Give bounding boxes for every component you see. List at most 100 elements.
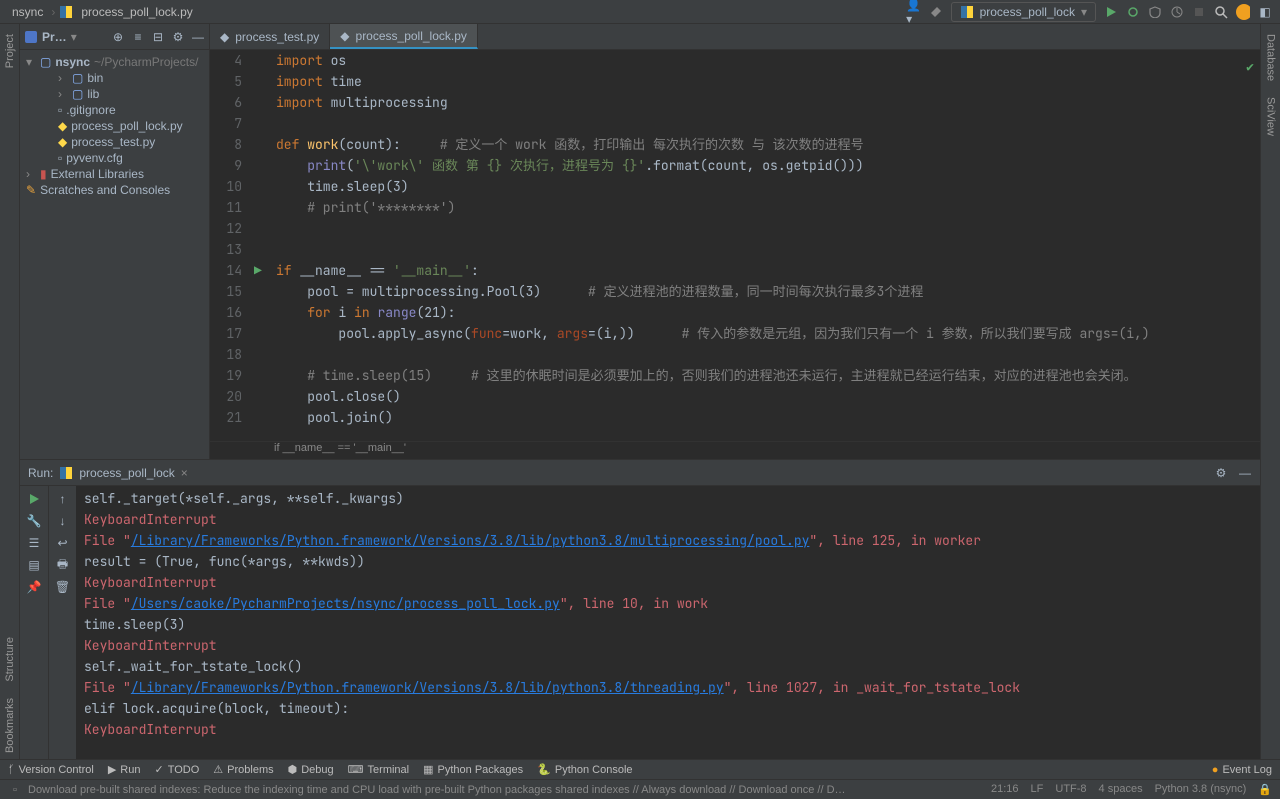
- code-content[interactable]: import osimport timeimport multiprocessi…: [270, 50, 1260, 441]
- run-button[interactable]: [1104, 5, 1118, 19]
- build-hammer-icon[interactable]: [929, 5, 943, 19]
- bottom-tab-version-control[interactable]: ᚶVersion Control: [8, 763, 94, 776]
- bottom-tab-python-packages[interactable]: ▦Python Packages: [423, 763, 523, 776]
- bottom-tab-problems[interactable]: ⚠Problems: [213, 763, 273, 776]
- stacktrace-link[interactable]: /Users/caoke/PycharmProjects/nsync/proce…: [131, 595, 560, 612]
- bottom-tab-todo[interactable]: ✓TODO: [154, 763, 199, 776]
- bookmarks-tool-tab[interactable]: Bookmarks: [2, 692, 18, 759]
- tree-item[interactable]: ◆process_poll_lock.py: [22, 118, 207, 134]
- status-indicator-icon[interactable]: ▫: [8, 783, 22, 797]
- sciview-tool-tab[interactable]: SciView: [1263, 91, 1279, 142]
- tree-item[interactable]: ›▮External Libraries: [22, 166, 207, 182]
- editor-tab-label: process_test.py: [235, 30, 319, 44]
- library-icon: ▮: [40, 167, 47, 181]
- stop-button[interactable]: [1192, 5, 1206, 19]
- run-configuration-select[interactable]: process_poll_lock ▾: [951, 2, 1096, 22]
- run-toolbar-primary: 🔧 ☰ ▤ 📌: [20, 486, 48, 759]
- layout-icon[interactable]: ▤: [27, 558, 41, 572]
- folder-icon: ▢: [72, 71, 83, 85]
- settings-icon[interactable]: ◧: [1258, 5, 1272, 19]
- code-editor[interactable]: ✔ 456789101112131415161718192021 ▶ impor…: [210, 50, 1260, 441]
- project-view-icon: [24, 30, 38, 44]
- breadcrumb-project[interactable]: nsync: [8, 3, 47, 21]
- chevron-down-icon[interactable]: ▾: [71, 30, 77, 44]
- event-log-button[interactable]: ● Event Log: [1212, 764, 1272, 776]
- bottom-tab-label: TODO: [168, 764, 200, 776]
- tree-item[interactable]: ◆process_test.py: [22, 134, 207, 150]
- run-panel-config-name[interactable]: process_poll_lock: [79, 466, 174, 480]
- print-icon[interactable]: 🖶: [56, 558, 70, 572]
- bottom-tab-label: Python Packages: [438, 764, 524, 776]
- up-arrow-icon[interactable]: ↑: [56, 492, 70, 506]
- run-console[interactable]: self._target(*self._args, **self._kwargs…: [76, 486, 1260, 759]
- run-gutter-icon[interactable]: ▶: [254, 260, 262, 281]
- gear-icon[interactable]: ⚙: [1214, 466, 1228, 480]
- hide-panel-icon[interactable]: —: [1238, 466, 1252, 480]
- folder-icon: ▢: [40, 55, 51, 69]
- expand-all-icon[interactable]: ≡: [131, 30, 145, 44]
- bottom-tab-label: Version Control: [19, 764, 94, 776]
- tree-item[interactable]: ›▢bin: [22, 70, 207, 86]
- stacktrace-link[interactable]: /Library/Frameworks/Python.framework/Ver…: [131, 679, 724, 696]
- bottom-tab-debug[interactable]: ⬢Debug: [288, 763, 334, 776]
- python-interpreter[interactable]: Python 3.8 (nsync): [1155, 783, 1247, 796]
- close-icon[interactable]: ×: [181, 466, 188, 480]
- down-arrow-icon[interactable]: ↓: [56, 514, 70, 528]
- bottom-tab-python-console[interactable]: 🐍 Python Console: [537, 763, 632, 776]
- gutter-markers[interactable]: ▶: [252, 50, 270, 441]
- run-tool-window: Run: process_poll_lock × ⚙ — 🔧 ☰ ▤ 📌: [20, 459, 1260, 759]
- chevron-down-icon: ▾: [1081, 5, 1087, 19]
- locate-icon[interactable]: ⊕: [111, 30, 125, 44]
- structure-tool-tab[interactable]: Structure: [2, 631, 18, 688]
- lock-icon[interactable]: 🔒: [1258, 783, 1272, 796]
- tree-item-label: process_poll_lock.py: [71, 119, 182, 133]
- coverage-button[interactable]: [1148, 5, 1162, 19]
- avatar[interactable]: [1236, 5, 1250, 19]
- search-icon[interactable]: [1214, 5, 1228, 19]
- gear-icon[interactable]: ⚙: [171, 30, 185, 44]
- filter-icon[interactable]: ☰: [27, 536, 41, 550]
- profile-button[interactable]: [1170, 5, 1184, 19]
- tool-icon[interactable]: 🔧: [27, 514, 41, 528]
- warn-icon: ⚠: [213, 763, 223, 776]
- collapse-all-icon[interactable]: ⊟: [151, 30, 165, 44]
- stacktrace-link[interactable]: /Library/Frameworks/Python.framework/Ver…: [131, 532, 810, 549]
- hide-panel-icon[interactable]: —: [191, 30, 205, 44]
- tree-item-label: pyvenv.cfg: [66, 151, 122, 165]
- editor-tab[interactable]: ◆process_test.py: [210, 24, 330, 49]
- tree-item[interactable]: ✎Scratches and Consoles: [22, 182, 207, 198]
- project-tool-tab[interactable]: Project: [2, 28, 18, 74]
- tree-item[interactable]: ▫.gitignore: [22, 102, 207, 118]
- bottom-tab-run[interactable]: ▶Run: [108, 763, 141, 776]
- wrap-icon[interactable]: ↩: [56, 536, 70, 550]
- project-panel-title[interactable]: Pr…: [42, 30, 67, 44]
- rerun-button[interactable]: [27, 492, 41, 506]
- bug-icon: ⬢: [288, 763, 298, 776]
- pin-icon[interactable]: 📌: [27, 580, 41, 594]
- pycon-icon: 🐍: [537, 763, 551, 776]
- user-icon[interactable]: 👤▾: [907, 5, 921, 19]
- editor-tab[interactable]: ◆process_poll_lock.py: [330, 24, 478, 49]
- tree-item-label: process_test.py: [71, 135, 155, 149]
- debug-button[interactable]: [1126, 5, 1140, 19]
- indent-setting[interactable]: 4 spaces: [1099, 783, 1143, 796]
- chevron-right-icon: ›: [51, 5, 55, 19]
- tree-item[interactable]: ▫pyvenv.cfg: [22, 150, 207, 166]
- tree-item-label: .gitignore: [66, 103, 115, 117]
- status-message[interactable]: Download pre-built shared indexes: Reduc…: [28, 784, 848, 796]
- tree-item[interactable]: ›▢lib: [22, 86, 207, 102]
- bottom-tab-terminal[interactable]: ⌨Terminal: [348, 763, 409, 776]
- tree-root[interactable]: ▾ ▢ nsync ~/PycharmProjects/: [22, 54, 207, 70]
- breadcrumb-file[interactable]: process_poll_lock.py: [77, 3, 196, 21]
- line-ending[interactable]: LF: [1031, 783, 1044, 796]
- file-encoding[interactable]: UTF-8: [1055, 783, 1086, 796]
- trash-icon[interactable]: 🗑: [56, 580, 70, 594]
- caret-position[interactable]: 21:16: [991, 783, 1019, 796]
- bottom-tab-label: Python Console: [555, 764, 633, 776]
- check-ok-icon[interactable]: ✔: [1246, 56, 1254, 77]
- database-tool-tab[interactable]: Database: [1263, 28, 1279, 87]
- chevron-right-icon: ›: [58, 87, 68, 101]
- bottom-tab-label: Debug: [301, 764, 333, 776]
- editor-context-breadcrumb[interactable]: if __name__ == '__main__': [210, 441, 1260, 459]
- line-number-gutter[interactable]: 456789101112131415161718192021: [210, 50, 252, 441]
